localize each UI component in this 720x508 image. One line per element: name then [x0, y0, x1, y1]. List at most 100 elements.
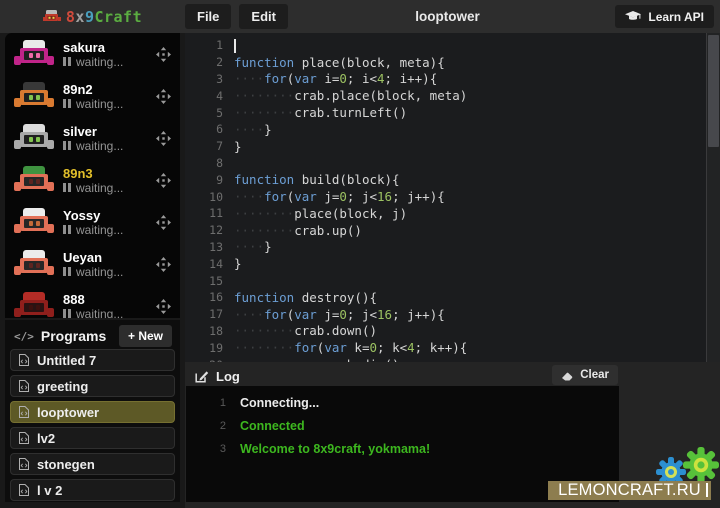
code-segment: 0 — [339, 71, 347, 86]
pause-icon — [63, 267, 71, 276]
code-segment: ········ — [234, 206, 294, 221]
player-status-text: waiting... — [76, 224, 123, 236]
player-info: 888 waiting... — [63, 293, 145, 319]
code-segment: ········ — [234, 323, 294, 338]
pause-icon — [63, 141, 71, 150]
code-segment: ···· — [234, 71, 264, 86]
line-number: 1 — [185, 38, 234, 52]
player-status: waiting... — [63, 56, 145, 68]
code-line[interactable]: 3 ····for(var i=0; i<4; i++){ — [185, 71, 720, 88]
move-icon[interactable] — [156, 257, 171, 272]
code-segment: ···· — [234, 189, 264, 204]
code-segment: for — [264, 71, 287, 86]
app-window: 8x9Craft File Edit looptower Learn API s… — [0, 0, 720, 508]
code-segment: ; j++){ — [392, 307, 445, 322]
log-entry-text: Connected — [240, 419, 305, 433]
player-status: waiting... — [63, 224, 145, 236]
player-avatar-icon — [14, 81, 54, 111]
new-program-button[interactable]: + New — [119, 325, 172, 347]
player-info: sakura waiting... — [63, 41, 145, 68]
scrollbar-thumb[interactable] — [708, 35, 719, 147]
programs-header: </> Programs + New — [5, 320, 180, 349]
line-number: 17 — [185, 307, 234, 321]
program-item[interactable]: greeting — [10, 375, 175, 397]
code-line[interactable]: 1 — [185, 37, 720, 54]
move-icon[interactable] — [156, 89, 171, 104]
move-icon[interactable] — [156, 173, 171, 188]
move-icon[interactable] — [156, 47, 171, 62]
player-row[interactable]: sakura waiting... — [5, 33, 180, 75]
code-segment: crab.down() — [294, 323, 377, 338]
code-segment: } — [234, 256, 242, 271]
player-avatar-icon — [14, 123, 54, 153]
code-segment: function — [234, 172, 294, 187]
program-item[interactable]: l v 2 — [10, 479, 175, 501]
player-info: 89n3 waiting... — [63, 167, 145, 194]
code-text: function destroy(){ — [234, 290, 377, 305]
player-row[interactable]: 89n2 waiting... — [5, 75, 180, 117]
code-editor[interactable]: 1 2 function place(block, meta){ 3 ····f… — [185, 33, 720, 362]
clear-log-button[interactable]: Clear — [552, 365, 618, 385]
learn-api-label: Learn API — [648, 10, 704, 24]
program-item[interactable]: lv2 — [10, 427, 175, 449]
code-text: } — [234, 256, 242, 271]
clear-log-label: Clear — [580, 369, 609, 381]
move-icon[interactable] — [156, 299, 171, 314]
line-number: 9 — [185, 173, 234, 187]
file-menu-button[interactable]: File — [185, 4, 231, 29]
program-item[interactable]: stonegen — [10, 453, 175, 475]
programs-title: Programs — [41, 328, 106, 344]
player-status-text: waiting... — [76, 266, 123, 278]
code-line[interactable]: 4 ········crab.place(block, meta) — [185, 87, 720, 104]
player-row[interactable]: 888 waiting... — [5, 285, 180, 318]
code-segment: } — [264, 239, 272, 254]
code-segment: ; j< — [347, 189, 377, 204]
programs-panel: </> Programs + New Untitled 7 greeting l… — [5, 320, 180, 502]
player-row[interactable]: 89n3 waiting... — [5, 159, 180, 201]
code-segment: i= — [317, 71, 340, 86]
player-row[interactable]: Yossy waiting... — [5, 201, 180, 243]
code-text: ········for(var k=0; k<4; k++){ — [234, 340, 467, 355]
code-text: ········crab.turnLeft() — [234, 105, 407, 120]
graduation-cap-icon — [625, 11, 641, 22]
line-number: 15 — [185, 274, 234, 288]
code-segment: ········ — [234, 223, 294, 238]
program-item[interactable]: looptower — [10, 401, 175, 423]
code-line[interactable]: 7 } — [185, 138, 720, 155]
code-line[interactable]: 5 ········crab.turnLeft() — [185, 104, 720, 121]
code-segment: crab.turnLeft() — [294, 105, 407, 120]
program-item[interactable]: Untitled 7 — [10, 349, 175, 371]
code-line[interactable]: 2 function place(block, meta){ — [185, 54, 720, 71]
code-line[interactable]: 10 ····for(var j=0; j<16; j++){ — [185, 188, 720, 205]
code-line[interactable]: 9 function build(block){ — [185, 171, 720, 188]
log-entry-number: 2 — [186, 420, 226, 432]
code-line[interactable]: 17 ····for(var j=0; j<16; j++){ — [185, 306, 720, 323]
editor-scrollbar[interactable] — [706, 33, 720, 362]
player-row[interactable]: Ueyan waiting... — [5, 243, 180, 285]
log-entry-number: 1 — [186, 397, 226, 409]
line-number: 5 — [185, 106, 234, 120]
code-line[interactable]: 12 ········crab.up() — [185, 222, 720, 239]
code-line[interactable]: 11 ········place(block, j) — [185, 205, 720, 222]
code-line[interactable]: 13 ····} — [185, 239, 720, 256]
line-number: 14 — [185, 257, 234, 271]
compose-icon — [194, 369, 209, 384]
code-line[interactable]: 18 ········crab.down() — [185, 323, 720, 340]
code-segment: place(block, j) — [294, 206, 407, 221]
edit-menu-button[interactable]: Edit — [239, 4, 288, 29]
code-line[interactable]: 16 function destroy(){ — [185, 289, 720, 306]
code-line[interactable]: 8 — [185, 155, 720, 172]
code-line[interactable]: 19 ········for(var k=0; k<4; k++){ — [185, 339, 720, 356]
code-line[interactable]: 6 ····} — [185, 121, 720, 138]
log-entry-text: Welcome to 8x9craft, yokmama! — [240, 442, 430, 456]
player-row[interactable]: silver waiting... — [5, 117, 180, 159]
move-icon[interactable] — [156, 215, 171, 230]
program-item-label: stonegen — [37, 457, 95, 472]
code-line[interactable]: 14 } — [185, 255, 720, 272]
move-icon[interactable] — [156, 131, 171, 146]
learn-api-button[interactable]: Learn API — [615, 5, 714, 28]
code-line[interactable]: 15 — [185, 272, 720, 289]
player-info: silver waiting... — [63, 125, 145, 152]
line-number: 2 — [185, 55, 234, 69]
code-text: ········place(block, j) — [234, 206, 407, 221]
